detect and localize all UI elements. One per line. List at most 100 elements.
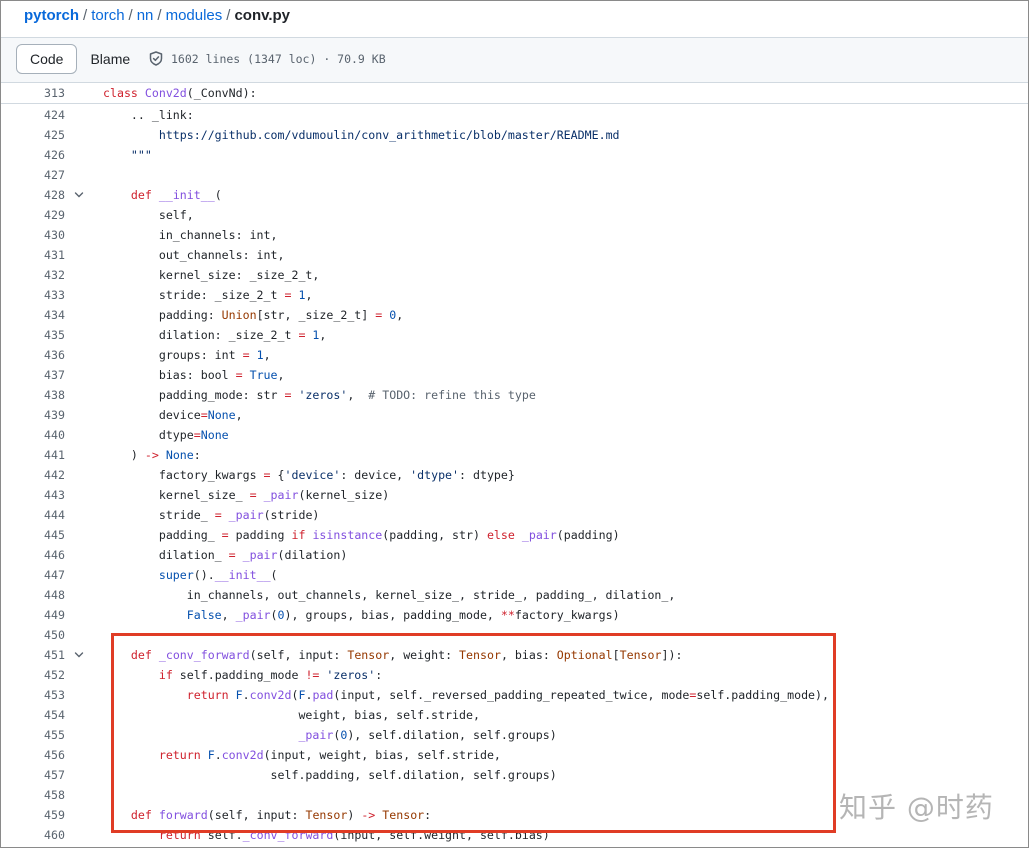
code-line-text: padding: Union[str, _size_2_t] = 0, [103, 308, 404, 322]
code-line-text: return F.conv2d(F.pad(input, self._rever… [186, 688, 829, 702]
line-number[interactable]: 425 [1, 125, 65, 145]
code-line: 424 .. _link: [1, 105, 1028, 125]
line-number[interactable]: 442 [1, 465, 65, 485]
code-line-text: padding_ = padding if isinstance(padding… [103, 528, 620, 542]
line-number[interactable]: 450 [1, 625, 65, 645]
line-number[interactable]: 424 [1, 105, 65, 125]
breadcrumb-link-modules[interactable]: modules [166, 7, 223, 24]
code-line: 456 return F.conv2d(input, weight, bias,… [1, 745, 1028, 765]
breadcrumb-separator: / [157, 7, 162, 24]
code-line: 455 _pair(0), self.dilation, self.groups… [1, 725, 1028, 745]
breadcrumb-link-torch[interactable]: torch [91, 7, 124, 24]
file-info-text: 1602 lines (1347 loc) · 70.9 KB [171, 51, 386, 66]
line-number[interactable]: 445 [1, 525, 65, 545]
code-line: 438 padding_mode: str = 'zeros', # TODO:… [1, 385, 1028, 405]
code-line: 426 """ [1, 145, 1028, 165]
code-line: 439 device=None, [1, 405, 1028, 425]
line-number[interactable]: 451 [1, 645, 65, 665]
code-line-text: out_channels: int, [103, 248, 285, 262]
breadcrumb-separator: / [128, 7, 133, 24]
code-line: 427 [1, 165, 1028, 185]
view-mode-toggle: Code Blame [16, 44, 143, 74]
code-line-text: False, _pair(0), groups, bias, padding_m… [186, 608, 620, 622]
code-line-text: def _conv_forward(self, input: Tensor, w… [130, 648, 683, 662]
line-number[interactable]: 435 [1, 325, 65, 345]
line-number[interactable]: 439 [1, 405, 65, 425]
code-line: 429 self, [1, 205, 1028, 225]
code-line: 451 def _conv_forward(self, input: Tenso… [1, 645, 1028, 665]
blame-tab-button[interactable]: Blame [77, 44, 143, 74]
line-number[interactable]: 449 [1, 605, 65, 625]
line-number[interactable]: 429 [1, 205, 65, 225]
code-line: 434 padding: Union[str, _size_2_t] = 0, [1, 305, 1028, 325]
code-line-text: device=None, [103, 408, 243, 422]
code-line-text: """ [130, 148, 152, 162]
code-line: 448 in_channels, out_channels, kernel_si… [1, 585, 1028, 605]
code-line-text: stride: _size_2_t = 1, [103, 288, 313, 302]
line-number[interactable]: 454 [1, 705, 65, 725]
line-number[interactable]: 432 [1, 265, 65, 285]
breadcrumb: pytorch / torch / nn / modules / conv.py [24, 6, 290, 26]
line-number[interactable]: 428 [1, 185, 65, 205]
code-line: 450 [1, 625, 1028, 645]
line-number[interactable]: 444 [1, 505, 65, 525]
code-line-text: super().__init__( [158, 568, 278, 582]
code-tab-button[interactable]: Code [16, 44, 78, 74]
line-number[interactable]: 438 [1, 385, 65, 405]
fold-chevron-icon[interactable] [73, 649, 85, 661]
code-line: 449 False, _pair(0), groups, bias, paddi… [1, 605, 1028, 625]
line-number[interactable]: 441 [1, 445, 65, 465]
line-number[interactable]: 443 [1, 485, 65, 505]
breadcrumb-separator: / [83, 7, 88, 24]
code-line-text: in_channels, out_channels, kernel_size_,… [103, 588, 676, 602]
code-line: 436 groups: int = 1, [1, 345, 1028, 365]
code-line-text: bias: bool = True, [103, 368, 285, 382]
line-number[interactable]: 452 [1, 665, 65, 685]
code-line-text: padding_mode: str = 'zeros', # TODO: ref… [103, 388, 536, 402]
code-line: 441 ) -> None: [1, 445, 1028, 465]
line-number[interactable]: 313 [1, 83, 65, 103]
code-line: 442 factory_kwargs = {'device': device, … [1, 465, 1028, 485]
code-line: 447 super().__init__( [1, 565, 1028, 585]
code-line: 435 dilation: _size_2_t = 1, [1, 325, 1028, 345]
line-number[interactable]: 448 [1, 585, 65, 605]
line-number[interactable]: 433 [1, 285, 65, 305]
line-number[interactable]: 430 [1, 225, 65, 245]
code-line: 425 https://github.com/vdumoulin/conv_ar… [1, 125, 1028, 145]
code-line-text: kernel_size: _size_2_t, [103, 268, 320, 282]
code-line: 453 return F.conv2d(F.pad(input, self._r… [1, 685, 1028, 705]
sticky-scope-header[interactable]: 313 class Conv2d(_ConvNd): [1, 83, 1028, 104]
code-line-text: groups: int = 1, [103, 348, 271, 362]
code-line-text: in_channels: int, [103, 228, 278, 242]
line-number[interactable]: 455 [1, 725, 65, 745]
line-number[interactable]: 456 [1, 745, 65, 765]
line-number[interactable]: 436 [1, 345, 65, 365]
line-number[interactable]: 453 [1, 685, 65, 705]
line-number[interactable]: 427 [1, 165, 65, 185]
line-number[interactable]: 431 [1, 245, 65, 265]
breadcrumb-separator: / [226, 7, 231, 24]
line-number[interactable]: 447 [1, 565, 65, 585]
line-number[interactable]: 460 [1, 825, 65, 845]
line-number[interactable]: 437 [1, 365, 65, 385]
code-line: 452 if self.padding_mode != 'zeros': [1, 665, 1028, 685]
line-number[interactable]: 459 [1, 805, 65, 825]
code-line-text: def forward(self, input: Tensor) -> Tens… [130, 808, 432, 822]
code-line: 440 dtype=None [1, 425, 1028, 445]
line-number[interactable]: 458 [1, 785, 65, 805]
line-number[interactable]: 446 [1, 545, 65, 565]
code-line-text: dtype=None [103, 428, 229, 442]
line-number[interactable]: 434 [1, 305, 65, 325]
shield-check-icon [149, 51, 163, 66]
line-number[interactable]: 440 [1, 425, 65, 445]
line-number[interactable]: 457 [1, 765, 65, 785]
fold-chevron-icon[interactable] [73, 189, 85, 201]
code-line: 430 in_channels: int, [1, 225, 1028, 245]
breadcrumb-link-nn[interactable]: nn [137, 7, 154, 24]
code-line-text: return F.conv2d(input, weight, bias, sel… [158, 748, 501, 762]
line-number[interactable]: 426 [1, 145, 65, 165]
code-line-text: ) -> None: [103, 448, 201, 462]
breadcrumb-repo-link[interactable]: pytorch [24, 7, 79, 24]
code-line: 437 bias: bool = True, [1, 365, 1028, 385]
code-line: 457 self.padding, self.dilation, self.gr… [1, 765, 1028, 785]
